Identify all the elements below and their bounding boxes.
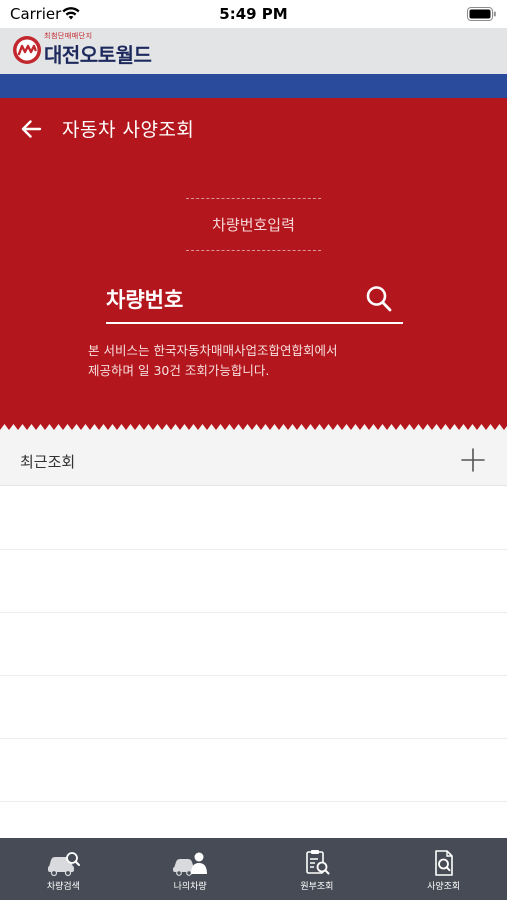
car-search-icon	[48, 852, 81, 877]
brand-name: 대전오토월드	[44, 43, 152, 67]
status-bar: Carrier 5:49 PM	[0, 0, 507, 28]
back-arrow-icon[interactable]	[18, 116, 46, 142]
brand-logo-icon	[13, 36, 41, 64]
plus-icon[interactable]	[459, 446, 487, 474]
spec-search-panel: 자동차 사양조회 차량번호입력 본 서비스는 한국자동차매매사업조합연합회에서 …	[0, 98, 507, 438]
brand-accent-strip	[0, 74, 507, 98]
brand-bar: 최첨단매매단지 대전오토월드	[0, 28, 507, 74]
dashed-divider	[186, 250, 321, 251]
list-item[interactable]	[0, 613, 507, 676]
tab-car-search[interactable]: 차량검색	[0, 838, 127, 900]
plate-number-field	[106, 278, 403, 324]
screen: Carrier 5:49 PM 최첨단매매단지 대전오토월드 자동차 사양조회	[0, 0, 507, 900]
tab-label: 나의차량	[173, 882, 207, 892]
tab-plate-number-input[interactable]: 차량번호입력	[186, 198, 321, 251]
tab-label: 사양조회	[427, 882, 461, 892]
tab-label: 원부조회	[300, 882, 334, 892]
recent-searches-title: 최근조회	[20, 453, 76, 471]
tab-my-car[interactable]: 나의차량	[127, 838, 254, 900]
recent-searches-header: 최근조회	[0, 438, 507, 486]
battery-icon	[467, 7, 496, 21]
tab-registry-lookup[interactable]: 원부조회	[254, 838, 381, 900]
service-notice-line: 본 서비스는 한국자동차매매사업조합연합회에서	[88, 343, 338, 358]
spec-search-icon	[434, 850, 453, 876]
service-notice: 본 서비스는 한국자동차매매사업조합연합회에서 제공하며 일 30건 조회가능합…	[88, 341, 408, 381]
document-search-icon	[306, 850, 330, 875]
tab-label: 차량검색	[46, 882, 80, 892]
tab-spec-search[interactable]: 사양조회	[380, 838, 507, 900]
tab-plate-number-label: 차량번호입력	[212, 216, 295, 234]
recent-searches-list	[0, 487, 507, 802]
my-car-icon	[173, 852, 208, 876]
list-item[interactable]	[0, 550, 507, 613]
plate-number-input[interactable]	[106, 282, 356, 318]
service-notice-line: 제공하며 일 30건 조회가능합니다.	[88, 363, 270, 378]
dashed-divider	[186, 198, 321, 199]
bottom-tab-bar: 차량검색 나의차량 원부조회 사양조회	[0, 838, 507, 900]
zigzag-edge	[0, 424, 507, 438]
clock: 5:49 PM	[219, 5, 288, 23]
page-title: 자동차 사양조회	[62, 119, 195, 141]
search-icon[interactable]	[365, 284, 393, 314]
list-item[interactable]	[0, 676, 507, 739]
list-item[interactable]	[0, 487, 507, 550]
list-item[interactable]	[0, 739, 507, 802]
